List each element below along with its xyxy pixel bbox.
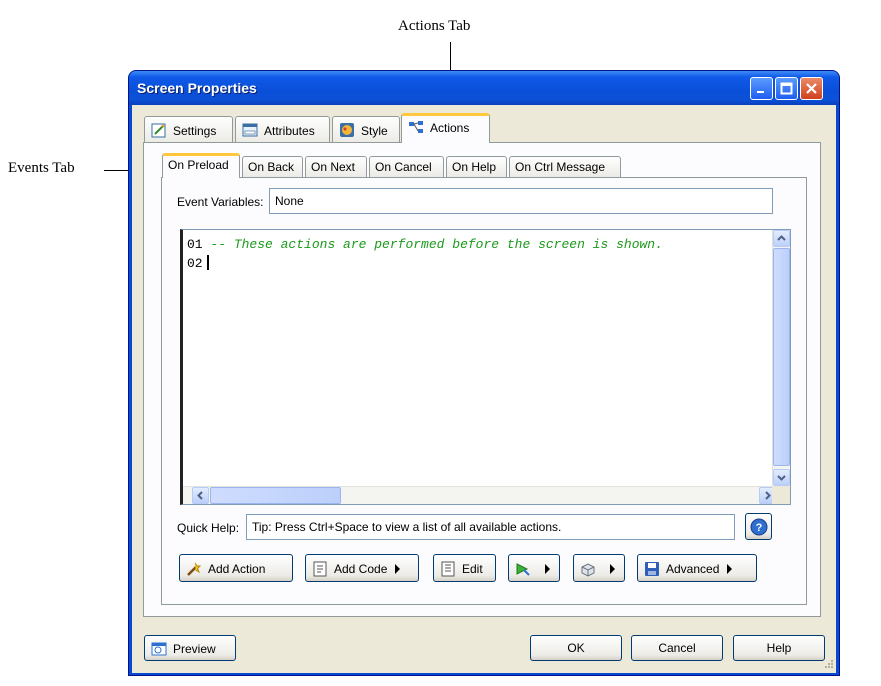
help-tip-button[interactable]: ? bbox=[745, 513, 772, 540]
vertical-scroll-thumb[interactable] bbox=[773, 248, 790, 466]
tab-on-ctrl-message-label: On Ctrl Message bbox=[515, 160, 606, 174]
advanced-button[interactable]: Advanced bbox=[637, 554, 757, 582]
ok-label: OK bbox=[567, 641, 585, 655]
tab-on-cancel-label: On Cancel bbox=[375, 160, 432, 174]
cancel-label: Cancel bbox=[658, 641, 696, 655]
tab-on-next[interactable]: On Next bbox=[305, 156, 367, 177]
scrollbar-corner bbox=[772, 486, 790, 504]
help-circle-icon: ? bbox=[750, 518, 767, 536]
tab-attributes-label: Attributes bbox=[264, 124, 315, 138]
callout-events-tab: Events Tab bbox=[8, 160, 75, 176]
edit-icon bbox=[441, 561, 455, 577]
actions-icon bbox=[409, 121, 423, 133]
maximize-icon bbox=[780, 82, 793, 95]
tab-on-preload-label: On Preload bbox=[168, 158, 229, 172]
tab-actions-label: Actions bbox=[430, 121, 470, 135]
help-label: Help bbox=[766, 641, 792, 655]
tab-style[interactable]: Style bbox=[332, 116, 400, 142]
tab-on-ctrl-message[interactable]: On Ctrl Message bbox=[509, 156, 621, 177]
tab-on-back-label: On Back bbox=[248, 160, 295, 174]
code-content: 01 -- These actions are performed before… bbox=[187, 235, 663, 273]
minimize-button[interactable] bbox=[750, 77, 773, 100]
close-icon bbox=[806, 83, 817, 94]
ok-button[interactable]: OK bbox=[530, 635, 622, 661]
edit-button[interactable]: Edit bbox=[433, 554, 496, 582]
tab-settings[interactable]: Settings bbox=[144, 116, 233, 142]
tab-on-preload[interactable]: On Preload bbox=[162, 153, 240, 178]
help-button[interactable]: Help bbox=[733, 635, 825, 661]
style-icon bbox=[340, 123, 354, 137]
add-code-button[interactable]: Add Code bbox=[305, 554, 419, 582]
package-menu-button[interactable] bbox=[573, 554, 625, 582]
tab-on-next-label: On Next bbox=[311, 160, 356, 174]
close-button[interactable] bbox=[800, 77, 823, 100]
preview-icon bbox=[151, 642, 167, 656]
svg-text:?: ? bbox=[755, 522, 762, 534]
tab-on-back[interactable]: On Back bbox=[242, 156, 303, 177]
title-bar[interactable]: Screen Properties bbox=[129, 71, 839, 105]
tab-style-label: Style bbox=[361, 124, 388, 138]
callout-actions-tab: Actions Tab bbox=[398, 18, 471, 34]
scroll-left-button[interactable] bbox=[192, 487, 209, 504]
add-action-icon bbox=[187, 562, 202, 576]
tab-on-cancel[interactable]: On Cancel bbox=[369, 156, 444, 177]
event-variables-field[interactable]: None bbox=[269, 188, 773, 214]
add-action-label: Add Action bbox=[208, 562, 266, 576]
scroll-up-button[interactable] bbox=[773, 230, 790, 247]
text-cursor bbox=[206, 255, 209, 270]
scroll-down-button[interactable] bbox=[773, 469, 790, 486]
tab-settings-label: Settings bbox=[173, 124, 217, 138]
quick-help-label: Quick Help: bbox=[177, 521, 240, 535]
maximize-button[interactable] bbox=[775, 77, 798, 100]
package-icon bbox=[581, 563, 595, 577]
preview-label: Preview bbox=[173, 642, 216, 656]
script-editor[interactable]: 01 -- These actions are performed before… bbox=[180, 229, 791, 505]
resize-grip-icon[interactable] bbox=[822, 659, 834, 671]
horizontal-scrollbar[interactable] bbox=[183, 486, 776, 504]
dialog-client: Settings Attributes Style Actions On Pre… bbox=[132, 105, 836, 673]
window-title: Screen Properties bbox=[137, 80, 257, 96]
minimize-icon bbox=[757, 91, 764, 93]
tab-attributes[interactable]: Attributes bbox=[235, 116, 330, 142]
actions-tab-panel: On Preload On Back On Next On Cancel On … bbox=[143, 142, 821, 617]
package-dropdown-arrow bbox=[610, 564, 615, 574]
tab-on-help-label: On Help bbox=[452, 160, 497, 174]
edit-label: Edit bbox=[462, 562, 483, 576]
settings-icon bbox=[151, 123, 166, 138]
line-number-2: 02 bbox=[187, 256, 203, 271]
code-line-1: -- These actions are performed before th… bbox=[210, 237, 663, 252]
advanced-label: Advanced bbox=[666, 562, 720, 576]
save-icon bbox=[645, 562, 659, 576]
add-code-icon bbox=[313, 561, 327, 577]
event-variables-label: Event Variables: bbox=[177, 195, 264, 209]
screen-properties-window: Screen Properties Settings Attributes St… bbox=[128, 70, 840, 676]
vertical-scrollbar[interactable] bbox=[772, 230, 790, 486]
horizontal-scroll-thumb[interactable] bbox=[210, 487, 341, 504]
add-code-dropdown-arrow bbox=[395, 564, 401, 574]
quick-help-field: Tip: Press Ctrl+Space to view a list of … bbox=[246, 514, 735, 540]
attributes-icon bbox=[242, 123, 258, 137]
event-tab-panel: Event Variables: None 01 -- These action… bbox=[161, 177, 807, 605]
add-action-button[interactable]: Add Action bbox=[179, 554, 293, 582]
chevron-left-icon bbox=[197, 491, 203, 500]
chevron-down-icon bbox=[777, 475, 786, 481]
add-code-label: Add Code bbox=[334, 562, 388, 576]
play-dropdown-arrow bbox=[545, 564, 550, 574]
tab-actions[interactable]: Actions bbox=[401, 113, 490, 143]
cancel-button[interactable]: Cancel bbox=[631, 635, 723, 661]
preview-button[interactable]: Preview bbox=[144, 635, 236, 661]
play-menu-button[interactable] bbox=[508, 554, 560, 582]
chevron-up-icon bbox=[777, 235, 786, 241]
line-number-1: 01 bbox=[187, 237, 203, 252]
tab-on-help[interactable]: On Help bbox=[446, 156, 507, 177]
play-icon bbox=[516, 563, 530, 576]
advanced-dropdown-arrow bbox=[727, 564, 733, 574]
